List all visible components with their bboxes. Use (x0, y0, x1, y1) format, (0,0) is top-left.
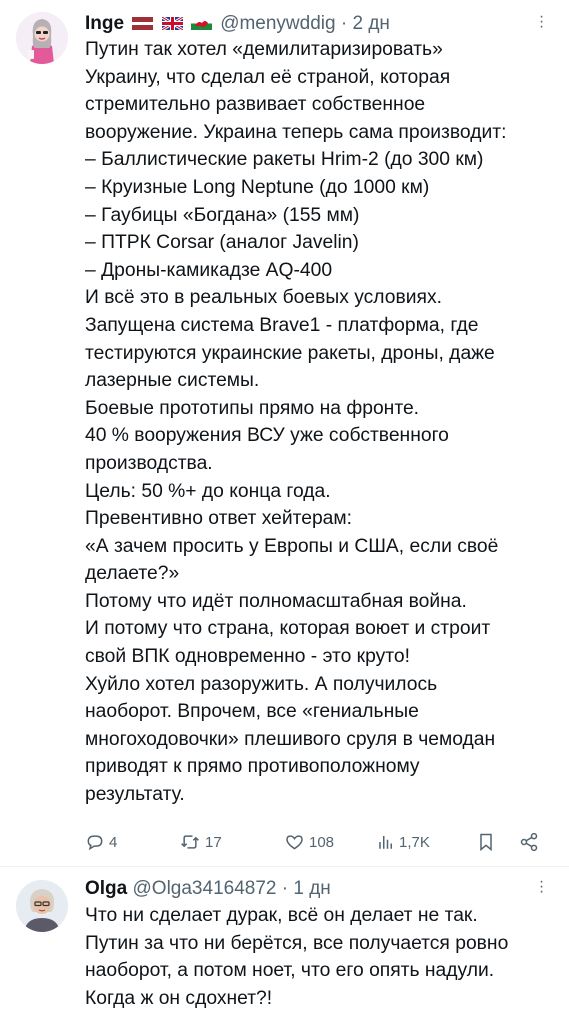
like-button[interactable]: 108 (284, 830, 334, 854)
text-line: Когда ж он сдохнет?! (85, 987, 273, 1009)
tweet-time[interactable]: 1 дн (293, 878, 330, 899)
text-line: многоходовочки» плешивого сруля в чемода… (85, 728, 496, 750)
text-line: наоборот, а потом ноет, что его опять на… (85, 960, 495, 982)
text-line: – Гаубицы «Богдана» (155 мм) (85, 204, 360, 226)
author-handle[interactable]: @Olga34164872 (133, 878, 277, 899)
text-line: делаете?» (85, 563, 180, 585)
text-line: стремительно развивает собственное (85, 94, 426, 116)
text-line: тестируются украинские ракеты, дроны, да… (85, 342, 495, 364)
bookmark-button[interactable] (476, 830, 496, 854)
more-icon[interactable]: · · · (536, 9, 546, 35)
text-line: И всё это в реальных боевых условиях. (85, 287, 442, 309)
tweet-inge[interactable]: Inge @menywddig · 2 дн · · · Путин так хот… (0, 0, 569, 866)
tweet-text: Что ни сделает дурак, всё он делает не т… (85, 902, 508, 1012)
views-count: 1,7K (399, 833, 430, 851)
retweet-count: 17 (205, 833, 222, 851)
text-line: лазерные системы. (85, 370, 260, 392)
text-line: 40 % вооружения ВСУ уже собственного (85, 425, 449, 447)
text-line: «А зачем просить у Европы и США, если св… (85, 535, 499, 557)
text-line: Цель: 50 %+ до конца года. (85, 480, 331, 502)
author-name[interactable]: Inge (85, 13, 124, 34)
separator-dot: · (281, 878, 289, 899)
share-button[interactable] (519, 830, 539, 854)
text-line: производства. (85, 452, 213, 474)
text-line: Боевые прототипы прямо на фронте. (85, 397, 420, 419)
text-line: – Дроны-камикадзе AQ-400 (85, 259, 333, 281)
text-line: Запущена система Brave1 - платформа, где (85, 314, 479, 336)
text-line: Превентивно ответ хейтерам: (85, 508, 353, 530)
like-count: 108 (309, 833, 335, 851)
text-line: приводят к прямо противоположному (85, 756, 420, 778)
text-line: вооружение. Украина теперь сама производ… (85, 121, 507, 143)
text-line: результату. (85, 784, 185, 806)
text-line: – ПТРК Corsar (аналог Javelin) (85, 232, 359, 254)
text-line: Путин так хотел «демилитаризировать» (85, 39, 443, 60)
text-line: Украину, что сделал её страной, которая (85, 66, 451, 88)
share-icon (520, 832, 538, 852)
tweet-time[interactable]: 2 дн (352, 13, 389, 34)
avatar-inge[interactable] (16, 12, 68, 64)
text-line: – Круизные Long Neptune (до 1000 км) (85, 176, 430, 198)
author-handle[interactable]: @menywddig (220, 13, 335, 34)
author-name[interactable]: Olga (85, 878, 127, 899)
tweet-olga[interactable]: Olga @Olga34164872 · 1 дн · · · Что ни сде… (0, 867, 569, 1024)
reply-count: 4 (109, 833, 118, 851)
bookmark-icon (480, 833, 492, 852)
text-line: И потому что страна, которая воюет и стр… (85, 618, 491, 640)
text-line: свой ВПК одновременно - это круто! (85, 646, 410, 668)
text-line: Хуйло хотел разоружить. А получилось (85, 673, 438, 695)
views-button[interactable]: 1,7K (377, 830, 430, 854)
tweet-text: Путин так хотел «демилитаризировать» Укр… (85, 36, 506, 809)
text-line: – Баллистические ракеты Hrim-2 (до 300 к… (85, 149, 484, 171)
tweet-header: Inge @menywddig · 2 дн (85, 12, 390, 36)
views-icon (379, 836, 392, 849)
heart-icon (286, 835, 303, 850)
tweet-header: Olga @Olga34164872 · 1 дн (85, 877, 331, 901)
reply-button[interactable]: 4 (85, 830, 117, 854)
retweet-icon (181, 835, 199, 849)
text-line: наоборот. Впрочем, все «гениальные (85, 701, 419, 723)
flag-wales-icon (190, 13, 220, 34)
avatar-olga[interactable] (16, 880, 68, 932)
more-icon[interactable]: · · · (536, 874, 546, 900)
reply-icon (87, 835, 103, 851)
flag-latvia-icon (132, 13, 161, 34)
flag-uk-icon (161, 13, 191, 34)
text-line: Путин за что ни берётся, все получается … (85, 932, 509, 954)
retweet-button[interactable]: 17 (179, 830, 222, 854)
separator-dot: · (340, 13, 348, 34)
text-line: Потому что идёт полномасштабная война. (85, 590, 467, 612)
text-line: Что ни сделает дурак, всё он делает не т… (85, 905, 478, 926)
tweet-actions: 4 17 108 1,7K (85, 830, 545, 854)
